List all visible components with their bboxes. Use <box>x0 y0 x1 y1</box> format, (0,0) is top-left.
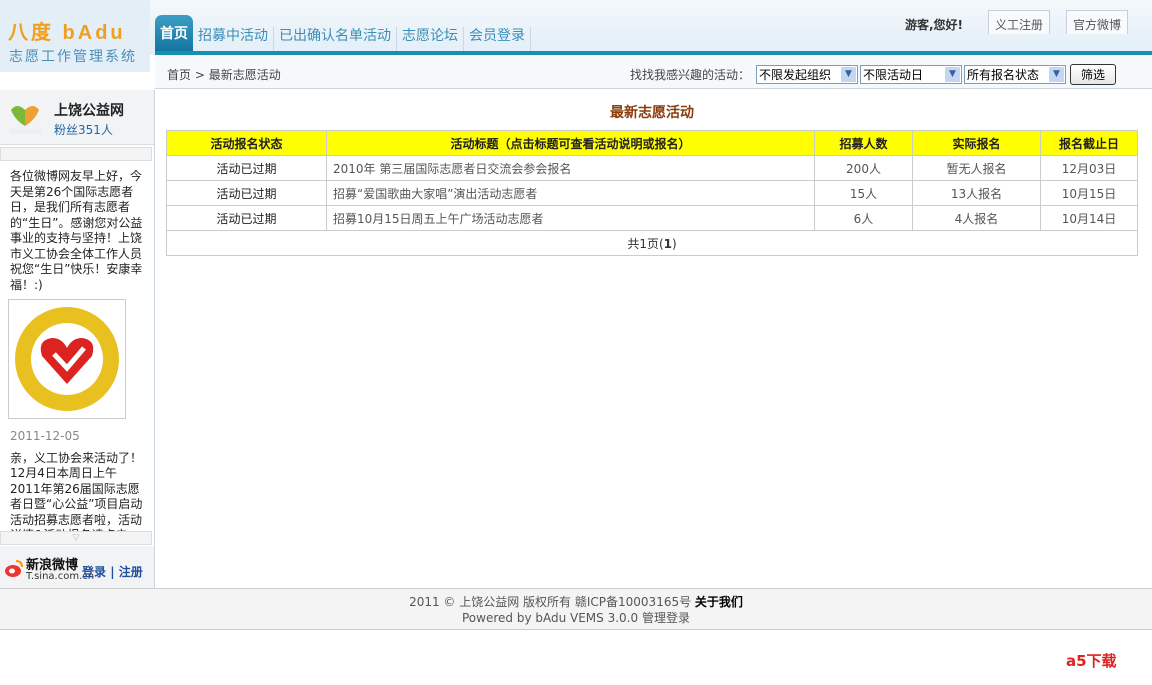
table-row: 活动已过期 招募“爱国歌曲大家唱”演出活动志愿者 15人 13人报名 10月15… <box>166 180 1138 206</box>
day-select[interactable]: 不限活动日 ▼ <box>859 65 962 84</box>
logo-subtitle: 志愿工作管理系统 <box>9 49 137 65</box>
filter-label: 找找我感兴趣的活动： <box>629 68 750 82</box>
breadcrumb-sep: > <box>194 68 205 82</box>
weibo-name[interactable]: 上饶公益网 <box>54 100 124 120</box>
login-link[interactable]: 登录 <box>82 565 106 579</box>
tab-recruiting[interactable]: 招募中活动 <box>193 27 274 51</box>
greeting: 游客,您好! <box>905 18 964 32</box>
day-select-value: 不限活动日 <box>862 68 923 82</box>
activity-table: 活动报名状态 活动标题（点击标题可查看活动说明或报名） 招募人数 实际报名 报名… <box>166 130 1138 256</box>
scroll-down[interactable]: ▽ <box>0 531 152 545</box>
deadline: 10月14日 <box>1040 205 1138 231</box>
about-link[interactable]: 关于我们 <box>695 595 743 609</box>
col-signed: 实际报名 <box>912 130 1041 156</box>
breadcrumb: 首页 > 最新志愿活动 <box>167 66 281 83</box>
logo[interactable]: 八度 bAdu 志愿工作管理系统 <box>0 0 150 72</box>
page-link[interactable]: 1 <box>664 237 672 251</box>
pager-row: 共1页(1) <box>166 230 1138 256</box>
org-select-value: 不限发起组织 <box>758 68 831 82</box>
table-row: 活动已过期 2010年 第三届国际志愿者日交流会参会报名 200人 暂无人报名 … <box>166 155 1138 181</box>
signed: 13人报名 <box>912 180 1041 206</box>
quota: 15人 <box>814 180 913 206</box>
page-title: 最新志愿活动 <box>610 105 694 121</box>
pager-suffix: ) <box>672 236 677 251</box>
avatar[interactable] <box>7 98 43 136</box>
weibo-feed[interactable]: 各位微博网友早上好，今天是第26个国际志愿者日，是我们所有志愿者的“生日”。感谢… <box>0 161 154 531</box>
weibo-widget: 上饶公益网 粉丝351人 各位微博网友早上好，今天是第26个国际志愿者日，是我们… <box>0 90 155 588</box>
footer: 2011 © 上饶公益网 版权所有 赣ICP备10003165号 关于我们 Po… <box>0 588 1152 630</box>
weibo-post: 亲，义工协会来活动了！12月4日本周日上午2011年第26届国际志愿者日暨“心公… <box>10 450 143 532</box>
filter-bar: 找找我感兴趣的活动： 不限发起组织 ▼ 不限活动日 ▼ 所有报名状态 ▼ 筛选 <box>630 64 1116 85</box>
pager-prefix: 共1页( <box>627 236 664 251</box>
powered-by: Powered by bAdu VEMS 3.0.0 <box>462 611 639 625</box>
breadcrumb-current: 最新志愿活动 <box>208 68 281 82</box>
weibo-button[interactable]: 官方微博 <box>1066 10 1129 34</box>
watermark: a5下载 <box>1066 652 1117 670</box>
breadcrumb-home[interactable]: 首页 <box>167 68 191 82</box>
activity-link[interactable]: 招募“爱国歌曲大家唱”演出活动志愿者 <box>333 187 537 201</box>
col-deadline: 报名截止日 <box>1040 130 1138 156</box>
quota: 200人 <box>814 155 913 181</box>
status: 活动已过期 <box>166 180 327 206</box>
tab-confirmed[interactable]: 已出确认名单活动 <box>274 27 397 51</box>
status-select-value: 所有报名状态 <box>966 68 1039 82</box>
chevron-down-icon: ▼ <box>1048 67 1064 82</box>
chevron-down-icon: ▼ <box>840 67 856 82</box>
admin-login-link[interactable]: 管理登录 <box>642 611 690 625</box>
col-title: 活动标题（点击标题可查看活动说明或报名） <box>326 130 815 156</box>
sina-footer: 新浪微博 T.sina.com.cn 登录 | 注册 <box>0 546 154 588</box>
chevron-down-icon: ▼ <box>944 67 960 82</box>
sina-weibo-icon <box>5 560 23 577</box>
scroll-up[interactable] <box>0 147 152 161</box>
logo-title: 八度 bAdu <box>8 22 126 44</box>
tab-login[interactable]: 会员登录 <box>464 27 531 51</box>
copyright: 2011 © 上饶公益网 版权所有 赣ICP备10003165号 <box>409 595 692 609</box>
activity-link[interactable]: 招募10月15日周五上午广场活动志愿者 <box>333 212 544 226</box>
weibo-fans[interactable]: 粉丝351人 <box>54 121 113 138</box>
status-select[interactable]: 所有报名状态 ▼ <box>963 65 1066 84</box>
tab-home[interactable]: 首页 <box>155 15 193 51</box>
main-nav: 首页 招募中活动 已出确认名单活动 志愿论坛 会员登录 <box>155 13 531 51</box>
pager: 共1页(1) <box>166 230 1138 256</box>
col-quota: 招募人数 <box>814 130 913 156</box>
breadcrumb-bar: 首页 > 最新志愿活动 找找我感兴趣的活动： 不限发起组织 ▼ 不限活动日 ▼ 所有… <box>155 55 1152 89</box>
post-date: 2011-12-05 <box>10 429 80 443</box>
col-status: 活动报名状态 <box>166 130 327 156</box>
register-link[interactable]: 注册 <box>119 565 143 579</box>
activity-link[interactable]: 2010年 第三届国际志愿者日交流会参会报名 <box>333 162 571 176</box>
weibo-post: 各位微博网友早上好，今天是第26个国际志愿者日，是我们所有志愿者的“生日”。感谢… <box>10 169 143 292</box>
main-content: 最新志愿活动 活动报名状态 活动标题（点击标题可查看活动说明或报名） 招募人数 … <box>166 90 1138 256</box>
table-row: 活动已过期 招募10月15日周五上午广场活动志愿者 6人 4人报名 10月14日 <box>166 205 1138 231</box>
deadline: 10月15日 <box>1040 180 1138 206</box>
status: 活动已过期 <box>166 205 327 231</box>
tab-forum[interactable]: 志愿论坛 <box>397 27 464 51</box>
quota: 6人 <box>814 205 913 231</box>
deadline: 12月03日 <box>1040 155 1138 181</box>
register-button[interactable]: 义工注册 <box>988 10 1051 34</box>
heart-emblem-icon <box>15 307 119 411</box>
org-select[interactable]: 不限发起组织 ▼ <box>755 65 858 84</box>
volunteer-emblem-image[interactable] <box>8 299 126 419</box>
status: 活动已过期 <box>166 155 327 181</box>
weibo-profile: 上饶公益网 粉丝351人 <box>0 90 154 145</box>
filter-button[interactable]: 筛选 <box>1069 64 1116 85</box>
signed: 暂无人报名 <box>912 155 1041 181</box>
signed: 4人报名 <box>912 205 1041 231</box>
